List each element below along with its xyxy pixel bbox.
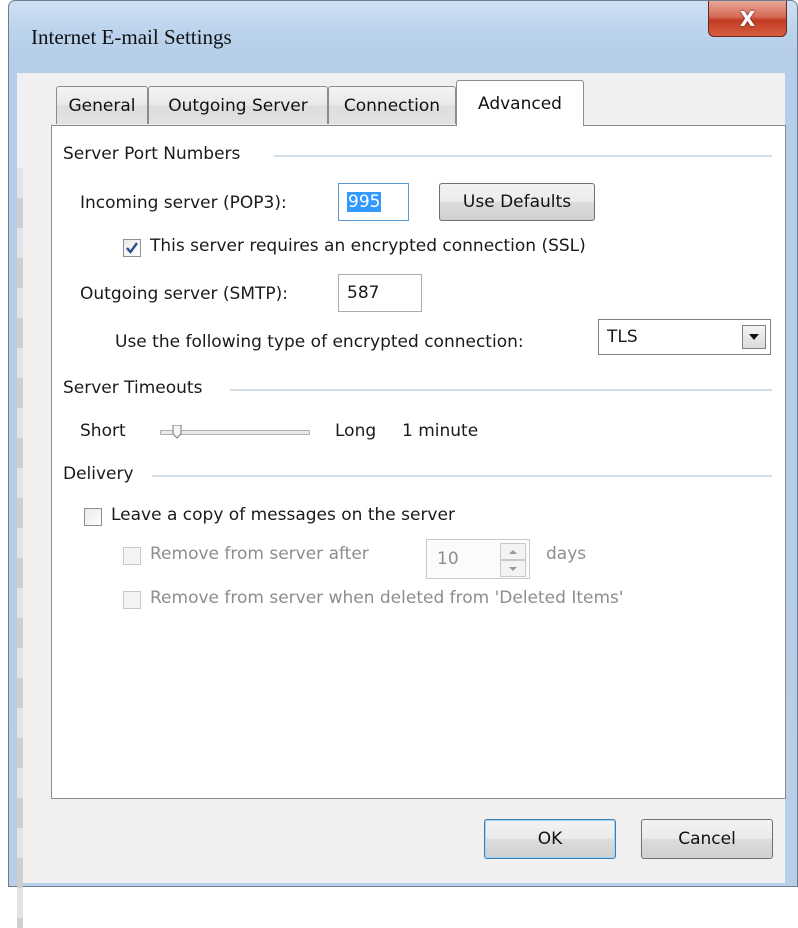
- tab-label: Advanced: [478, 93, 562, 114]
- incoming-port-value: 995: [347, 192, 382, 212]
- remove-after-label: Remove from server after: [150, 544, 369, 564]
- timeout-slider-thumb[interactable]: [172, 424, 182, 439]
- days-label: days: [546, 544, 587, 564]
- outgoing-port-value: 587: [347, 283, 380, 303]
- tab-label: Outgoing Server: [168, 95, 308, 116]
- outgoing-port-input[interactable]: 587: [338, 274, 422, 312]
- leave-copy-checkbox[interactable]: [84, 508, 102, 526]
- cancel-button[interactable]: Cancel: [641, 819, 773, 859]
- close-button[interactable]: X: [708, 1, 787, 37]
- spin-up-button[interactable]: [500, 543, 526, 560]
- window-title: Internet E-mail Settings: [31, 25, 232, 49]
- incoming-port-input[interactable]: 995: [338, 183, 409, 221]
- group-divider: [152, 475, 772, 477]
- encryption-type-select[interactable]: TLS: [598, 319, 771, 355]
- group-divider: [274, 155, 772, 157]
- tab-outgoing-server[interactable]: Outgoing Server: [148, 86, 328, 124]
- tab-label: General: [68, 95, 136, 116]
- encryption-type-label: Use the following type of encrypted conn…: [115, 332, 524, 352]
- outgoing-server-label: Outgoing server (SMTP):: [80, 284, 289, 304]
- chevron-down-icon: [509, 566, 517, 571]
- timeout-short-label: Short: [80, 421, 126, 441]
- title-bar[interactable]: Internet E-mail Settings X: [9, 1, 797, 71]
- server-timeouts-heading: Server Timeouts: [63, 378, 203, 398]
- timeout-slider-track[interactable]: [160, 430, 310, 435]
- remove-deleted-checkbox[interactable]: [123, 591, 141, 609]
- tab-connection[interactable]: Connection: [328, 86, 456, 124]
- ssl-checkbox[interactable]: [123, 239, 141, 257]
- tab-general[interactable]: General: [56, 86, 148, 124]
- chevron-down-icon[interactable]: [742, 325, 766, 349]
- timeout-long-label: Long: [335, 421, 377, 441]
- server-port-numbers-heading: Server Port Numbers: [63, 144, 241, 164]
- remove-deleted-label: Remove from server when deleted from 'De…: [150, 588, 624, 608]
- background-strip: [17, 168, 23, 928]
- ok-button[interactable]: OK: [484, 819, 616, 859]
- chevron-up-icon: [509, 549, 517, 554]
- close-icon: X: [739, 6, 756, 31]
- tab-label: Connection: [343, 95, 441, 116]
- use-defaults-button[interactable]: Use Defaults: [439, 183, 595, 221]
- spin-buttons: [500, 543, 526, 577]
- checkmark-icon: [126, 242, 138, 254]
- leave-copy-label: Leave a copy of messages on the server: [111, 505, 455, 525]
- spin-down-button[interactable]: [500, 560, 526, 577]
- remove-after-checkbox[interactable]: [123, 547, 141, 565]
- tab-advanced[interactable]: Advanced: [456, 80, 584, 126]
- ssl-label: This server requires an encrypted connec…: [150, 236, 586, 256]
- incoming-server-label: Incoming server (POP3):: [80, 193, 287, 213]
- advanced-tab-panel: Server Port Numbers Incoming server (POP…: [51, 125, 786, 799]
- timeout-value: 1 minute: [402, 421, 479, 441]
- group-divider: [230, 389, 772, 391]
- encryption-type-value: TLS: [607, 327, 638, 347]
- delivery-heading: Delivery: [63, 464, 134, 484]
- remove-after-days-value: 10: [437, 549, 459, 569]
- dialog-window: Internet E-mail Settings X General Outgo…: [8, 0, 798, 928]
- remove-after-days-stepper[interactable]: 10: [426, 539, 530, 579]
